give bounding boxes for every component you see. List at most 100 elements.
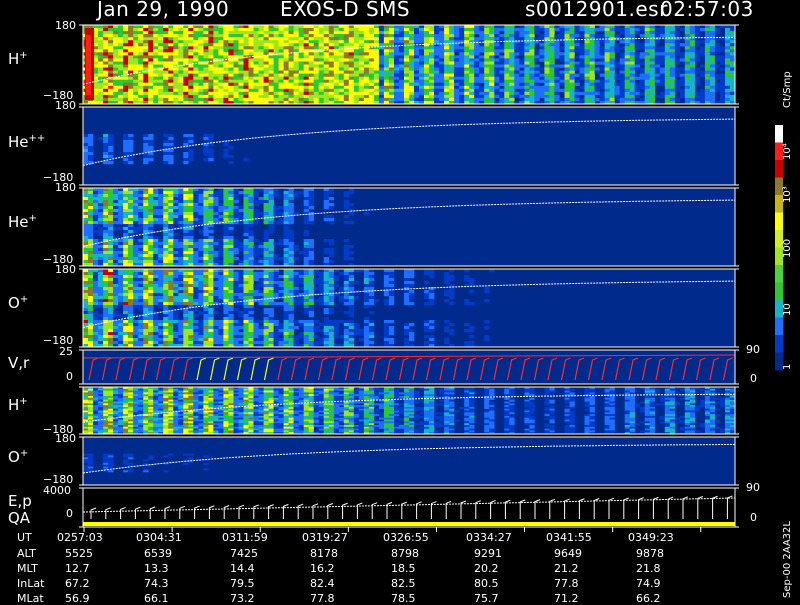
heatmap-cell — [153, 323, 159, 327]
heatmap-cell — [118, 332, 124, 336]
heatmap-cell — [363, 28, 370, 32]
heatmap-cell — [659, 55, 666, 59]
heatmap-cell — [103, 43, 109, 47]
heatmap-cell — [303, 46, 309, 50]
heatmap-cell — [474, 70, 480, 74]
heatmap-cell — [158, 203, 164, 207]
heatmap-cell — [203, 227, 209, 231]
heatmap-cell — [273, 221, 279, 225]
heatmap-cell — [559, 73, 565, 77]
heatmap-cell — [193, 31, 199, 35]
heatmap-cell — [83, 317, 89, 321]
heatmap-cell — [609, 46, 615, 50]
heatmap-cell — [223, 31, 229, 35]
heatmap-cell — [143, 305, 149, 309]
heatmap-cell — [138, 257, 144, 261]
heatmap-cell — [313, 34, 319, 38]
heatmap-cell — [609, 55, 615, 59]
heatmap-cell — [404, 28, 410, 32]
heatmap-cell — [258, 242, 264, 246]
heatmap-cell — [689, 70, 696, 74]
heatmap-cell — [689, 67, 696, 71]
heatmap-cell — [163, 209, 169, 213]
heatmap-cell — [243, 97, 249, 102]
heatmap-cell — [278, 34, 284, 38]
heatmap-cell — [534, 82, 540, 86]
heatmap-cell — [183, 218, 189, 222]
heatmap-cell — [238, 61, 244, 65]
heatmap-cell — [268, 31, 274, 35]
heatmap-cell — [163, 64, 169, 68]
heatmap-cell — [88, 191, 94, 195]
heatmap-cell — [439, 55, 445, 59]
heatmap-cell — [138, 290, 144, 294]
heatmap-cell — [308, 215, 314, 219]
heatmap-cell — [524, 67, 530, 71]
heatmap-cell — [183, 40, 189, 44]
heatmap-cell — [388, 40, 395, 44]
heatmap-cell — [328, 97, 335, 102]
heatmap-cell — [113, 212, 119, 216]
heatmap-cell — [118, 58, 124, 62]
heatmap-cell — [178, 97, 184, 102]
heatmap-cell — [684, 52, 691, 56]
heatmap-cell — [123, 284, 129, 288]
heatmap-cell — [564, 28, 570, 32]
heatmap-cell — [158, 209, 164, 213]
heatmap-cell — [694, 70, 701, 74]
heatmap-cell — [238, 82, 244, 86]
heatmap-cell — [148, 260, 154, 264]
heatmap-cell — [629, 82, 635, 86]
heatmap-cell — [248, 61, 254, 65]
heatmap-cell — [429, 97, 435, 102]
heatmap-cell — [143, 308, 149, 312]
heatmap-cell — [313, 43, 319, 47]
heatmap-cell — [123, 287, 129, 291]
heatmap-cell — [348, 257, 355, 261]
heatmap-cell — [188, 46, 194, 50]
heatmap-cell — [499, 88, 505, 93]
heatmap-cell — [604, 43, 610, 47]
heatmap-cell — [298, 61, 304, 65]
heatmap-cell — [454, 85, 460, 90]
heatmap-cell — [584, 79, 590, 83]
heatmap-cell — [283, 233, 289, 237]
heatmap-cell — [108, 94, 114, 99]
heatmap-cell — [474, 82, 480, 86]
heatmap-cell — [103, 37, 109, 41]
heatmap-cell — [128, 305, 134, 309]
heatmap-cell — [594, 97, 600, 102]
heatmap-cell — [604, 46, 610, 50]
heatmap-cell — [604, 64, 610, 68]
heatmap-cell — [223, 91, 229, 96]
heatmap-cell — [725, 82, 731, 86]
heatmap-cell — [103, 287, 109, 291]
heatmap-cell — [183, 155, 189, 159]
heatmap-cell — [108, 203, 114, 207]
heatmap-cell — [378, 37, 385, 41]
heatmap-cell — [514, 52, 520, 56]
heatmap-cell — [193, 260, 199, 264]
heatmap-cell — [223, 251, 229, 255]
heatmap-cell — [163, 332, 169, 336]
heatmap-cell — [158, 34, 164, 38]
heatmap-cell — [158, 40, 164, 44]
heatmap-cell — [419, 49, 425, 53]
heatmap-cell — [203, 257, 209, 261]
heatmap-cell — [399, 88, 405, 93]
heatmap-cell — [399, 31, 405, 35]
heatmap-cell — [604, 70, 610, 74]
heatmap-cell — [704, 91, 711, 96]
heatmap-cell — [123, 296, 129, 300]
heatmap-cell — [709, 61, 716, 65]
heatmap-cell — [358, 49, 365, 53]
heatmap-cell — [193, 209, 199, 213]
heatmap-cell — [93, 296, 99, 300]
heatmap-cell — [394, 97, 400, 102]
heatmap-cell — [203, 55, 209, 59]
heatmap-cell — [634, 28, 640, 32]
heatmap-cell — [143, 236, 149, 240]
heatmap-cell — [584, 58, 590, 62]
heatmap-cell — [123, 209, 129, 213]
heatmap-cell — [554, 70, 560, 74]
